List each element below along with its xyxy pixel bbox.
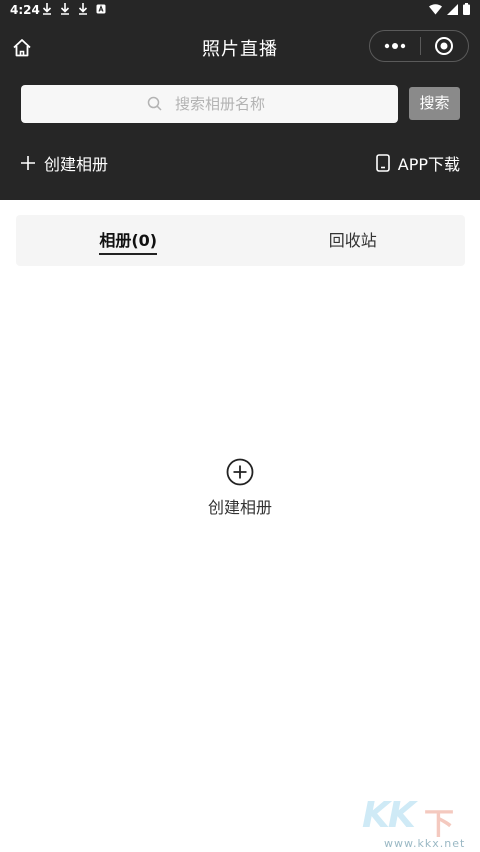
search-icon: [147, 96, 162, 111]
phone-icon: [375, 154, 390, 172]
tab-recycle-bin[interactable]: 回收站: [241, 215, 466, 266]
wifi-icon: [429, 3, 442, 14]
app-screen: 4:24 照片直播 搜索相册名称 搜索 创建相册 APP下载 相册(0) 回收站…: [0, 0, 480, 852]
action-row: 创建相册 APP下载: [0, 145, 480, 181]
app-download-label: APP下载: [397, 155, 460, 174]
status-notifications: [42, 3, 106, 15]
app-notification-icon: [96, 4, 106, 14]
watermark-logo: KK 下载 www.kkx.net: [362, 795, 480, 852]
more-dots-icon: [384, 43, 405, 49]
download-icon: [42, 3, 52, 15]
watermark-url: www.kkx.net: [384, 837, 466, 850]
tab-recycle-bin-label: 回收站: [328, 231, 377, 250]
download-icon: [60, 3, 70, 15]
target-circle-icon: [435, 37, 454, 55]
empty-state-create-album[interactable]: 创建相册: [190, 458, 290, 518]
more-button[interactable]: [370, 31, 420, 61]
close-mini-program-button[interactable]: [420, 31, 468, 61]
tab-albums[interactable]: 相册(0): [16, 215, 241, 266]
mini-program-capsule: [369, 30, 469, 62]
create-album-label: 创建相册: [44, 155, 109, 174]
header-area: 4:24 照片直播 搜索相册名称 搜索 创建相册 APP下载: [0, 0, 480, 200]
status-system-icons: [429, 3, 470, 15]
download-icon: [78, 3, 88, 15]
plus-icon: [21, 156, 35, 170]
battery-icon: [463, 3, 470, 15]
create-album-button[interactable]: 创建相册: [20, 151, 108, 175]
add-circle-icon: [226, 458, 254, 486]
search-input[interactable]: [173, 94, 272, 114]
watermark-brand: KK: [362, 795, 416, 836]
tab-albums-label: 相册(0): [99, 231, 158, 255]
search-button[interactable]: 搜索: [409, 87, 460, 120]
nav-bar: 照片直播: [0, 22, 480, 72]
app-download-button[interactable]: APP下载: [375, 151, 460, 175]
album-tabs: 相册(0) 回收站: [16, 215, 465, 266]
empty-state-create-label: 创建相册: [207, 498, 272, 517]
status-bar: 4:24: [0, 0, 480, 22]
search-bar[interactable]: [21, 85, 398, 123]
signal-icon: [447, 3, 458, 15]
status-time: 4:24: [10, 3, 40, 17]
